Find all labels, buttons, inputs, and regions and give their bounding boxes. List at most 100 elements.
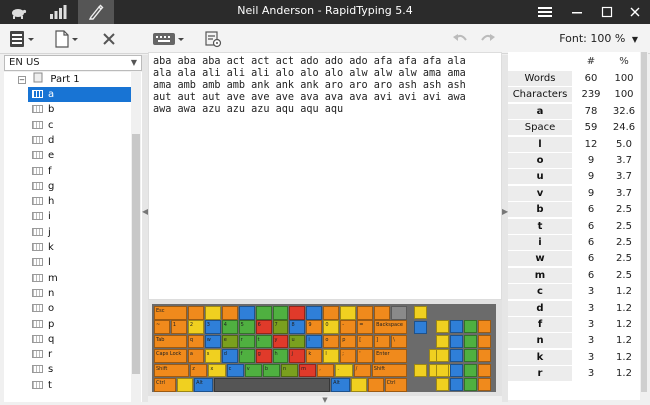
keyboard-key: j — [289, 349, 306, 363]
lesson-settings-button[interactable] — [204, 29, 222, 49]
keyboard-key: b — [262, 363, 280, 378]
part-book-icon — [33, 72, 43, 83]
stats-count: 59 — [584, 122, 598, 134]
font-size-select[interactable]: Font: 100 % ▼ — [559, 32, 638, 45]
scroll-thumb[interactable] — [641, 52, 647, 392]
lesson-item[interactable]: h — [28, 194, 134, 209]
lesson-item[interactable]: j — [28, 225, 134, 240]
tree-scrollbar[interactable] — [131, 72, 141, 402]
lesson-label: f — [48, 165, 52, 177]
lesson-icon — [32, 151, 43, 160]
stats-count: 3 — [587, 351, 595, 363]
stats-count: 6 — [587, 204, 595, 216]
lesson-text-area[interactable]: aba aba aba act act act ado ado ado afa … — [148, 52, 502, 300]
lesson-icon — [32, 227, 43, 236]
lesson-label: b — [48, 104, 55, 116]
tree-part-1[interactable]: − Part 1 — [18, 72, 80, 87]
keyboard-key — [214, 378, 331, 392]
numpad-key — [450, 349, 463, 363]
lesson-item[interactable]: f — [28, 164, 134, 179]
keyboard-key: 5 — [238, 320, 255, 334]
language-value: EN US — [9, 57, 40, 68]
stats-row: w 6 2.5 — [508, 251, 640, 268]
keyboard-key: [ — [357, 334, 374, 349]
numpad-key — [464, 334, 477, 348]
lesson-item[interactable]: p — [28, 317, 134, 332]
maximize-icon[interactable] — [592, 0, 622, 24]
stats-count: 6 — [587, 253, 595, 265]
lesson-icon — [32, 120, 43, 129]
stats-percent: 100 — [614, 89, 634, 101]
keyboard-key: 9 — [306, 320, 323, 334]
undo-button[interactable] — [452, 29, 468, 49]
close-window-icon[interactable] — [620, 0, 650, 24]
lesson-icon — [32, 304, 43, 313]
lesson-label: o — [48, 303, 55, 315]
lesson-item[interactable]: o — [28, 301, 134, 316]
lesson-item[interactable]: n — [28, 286, 134, 301]
lesson-item[interactable]: t — [28, 378, 134, 393]
keyboard-key — [351, 378, 367, 392]
numpad-key — [478, 349, 491, 363]
stats-row: k 3 1.2 — [508, 349, 640, 366]
stats-percent: 3.7 — [616, 187, 632, 199]
keyboard-key — [357, 306, 374, 320]
keyboard-key: q — [187, 334, 204, 349]
keyboard-key: = — [357, 320, 374, 334]
lesson-item[interactable]: r — [28, 347, 134, 362]
stats-percent: 5.0 — [616, 138, 632, 150]
lesson-item[interactable]: i — [28, 209, 134, 224]
keyboard-key: y — [272, 334, 289, 349]
numpad-key — [464, 320, 477, 334]
keyboard-key: 2 — [187, 320, 204, 334]
lesson-item[interactable]: c — [28, 118, 134, 133]
language-select[interactable]: EN US ▼ — [4, 55, 142, 71]
scroll-thumb[interactable] — [132, 134, 140, 374]
stats-label: u — [508, 169, 572, 186]
collapse-icon[interactable]: − — [18, 76, 26, 84]
stats-label: Space — [508, 120, 572, 137]
lesson-icon — [32, 273, 43, 282]
keyboard-key: o — [323, 334, 340, 349]
lesson-item[interactable]: s — [28, 362, 134, 377]
lesson-icon — [32, 334, 43, 343]
stats-label: Characters — [508, 87, 572, 104]
menu-icon[interactable] — [530, 0, 560, 24]
keyboard-layout-button[interactable] — [152, 29, 186, 49]
course-menu-button[interactable] — [8, 29, 36, 49]
text-line: awa awa azu azu azu aqu aqu aqu — [153, 104, 344, 115]
lesson-item[interactable]: b — [28, 102, 134, 117]
lesson-item[interactable]: d — [28, 133, 134, 148]
keyboard-key: Backspace — [374, 320, 407, 334]
lesson-item[interactable]: l — [28, 255, 134, 270]
stats-percent: 32.6 — [612, 105, 636, 117]
lesson-icon — [32, 380, 43, 389]
lesson-label: j — [48, 226, 51, 238]
keyboard-key: e — [221, 334, 238, 349]
stats-scrollbar[interactable] — [640, 52, 648, 400]
lesson-label: r — [48, 349, 53, 361]
stats-label: c — [508, 284, 572, 301]
keyboard-key: 1 — [170, 320, 187, 334]
keyboard-key: ~ — [154, 320, 170, 334]
delete-button[interactable] — [102, 29, 116, 49]
new-document-button[interactable] — [54, 29, 80, 49]
redo-button[interactable] — [480, 29, 496, 49]
minimize-icon[interactable] — [562, 0, 592, 24]
stats-count: 12 — [584, 138, 598, 150]
stats-count: 60 — [584, 73, 598, 84]
lesson-item[interactable]: g — [28, 179, 134, 194]
lesson-item[interactable]: q — [28, 332, 134, 347]
lesson-item[interactable]: e — [28, 148, 134, 163]
chevron-down-icon — [178, 38, 184, 41]
numpad-key — [464, 378, 477, 391]
numpad-key — [450, 378, 463, 391]
keyboard-key: Caps Lock — [154, 349, 187, 363]
lesson-item[interactable]: a — [28, 87, 134, 102]
lesson-item[interactable]: k — [28, 240, 134, 255]
keyboard-key: Alt — [194, 378, 214, 392]
lesson-label: s — [48, 364, 54, 376]
stats-label: a — [508, 103, 572, 120]
numpad-key — [436, 378, 449, 391]
lesson-item[interactable]: m — [28, 271, 134, 286]
